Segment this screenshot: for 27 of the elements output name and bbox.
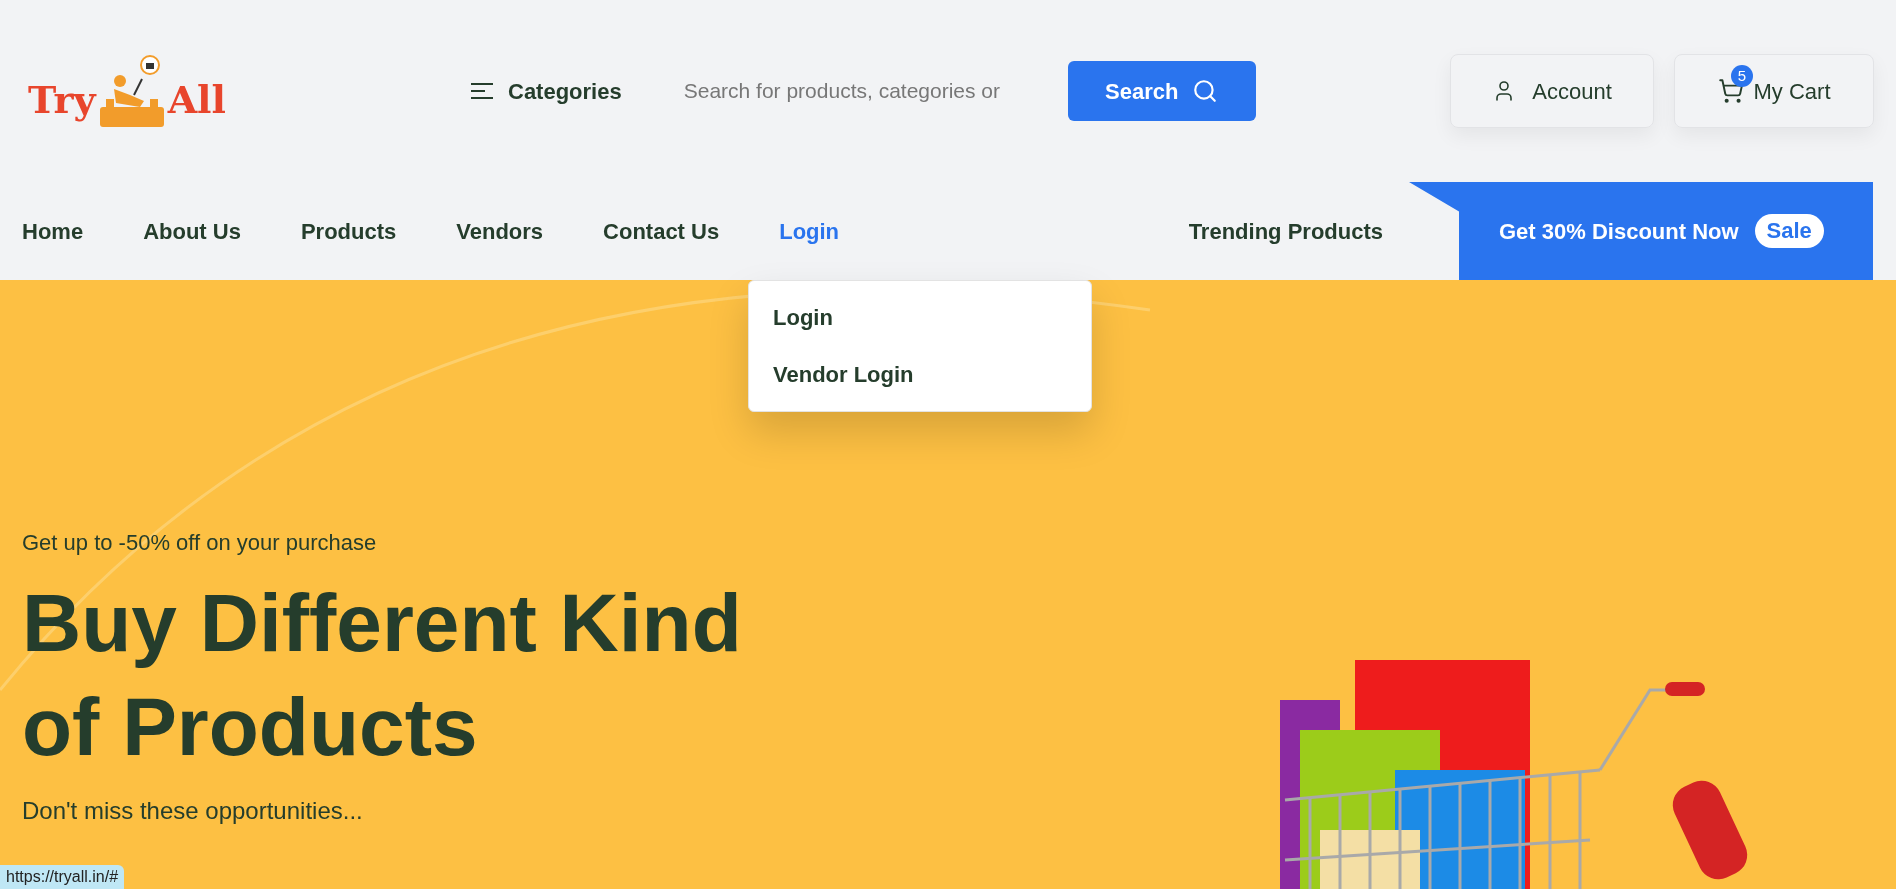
hero-title: Buy Different Kind of Products	[22, 576, 742, 774]
sale-badge: Sale	[1754, 214, 1824, 248]
nav-link[interactable]: Home	[22, 214, 84, 248]
cart-count-badge: 5	[1731, 65, 1753, 87]
menu-icon	[470, 82, 494, 100]
status-bar-url: https://tryall.in/#	[0, 865, 125, 889]
promo-banner[interactable]: Get 30% Discount Now Sale	[1409, 182, 1873, 280]
categories-button[interactable]: Categories	[470, 74, 622, 108]
cart-button[interactable]: My Cart 5	[1674, 54, 1874, 128]
nav-link[interactable]: Contact Us	[603, 214, 720, 248]
promo-text: Get 30% Discount Now	[1499, 217, 1739, 246]
account-button[interactable]: Account	[1450, 54, 1654, 128]
nav-link[interactable]: About Us	[143, 214, 241, 248]
logo-text: All	[167, 81, 226, 124]
search-field[interactable]: Search for products, categories or	[683, 75, 1042, 107]
nav-link[interactable]: Login	[779, 214, 840, 248]
nav-link[interactable]: Vendors	[456, 214, 544, 248]
dropdown-item[interactable]: Vendor Login	[749, 346, 1091, 403]
dropdown-item[interactable]: Login	[749, 289, 1091, 346]
logo[interactable]: Try All	[28, 51, 468, 131]
nav-link[interactable]: Products	[300, 214, 397, 248]
trending-products-link[interactable]: Trending Products	[1188, 214, 1383, 248]
hero-subtitle: Don't miss these opportunities...	[22, 796, 364, 826]
search-icon	[1192, 78, 1219, 104]
search-button[interactable]: Search	[1067, 61, 1256, 121]
hero-kicker: Get up to -50% off on your purchase	[22, 529, 378, 557]
logo-text: Try	[28, 81, 96, 124]
